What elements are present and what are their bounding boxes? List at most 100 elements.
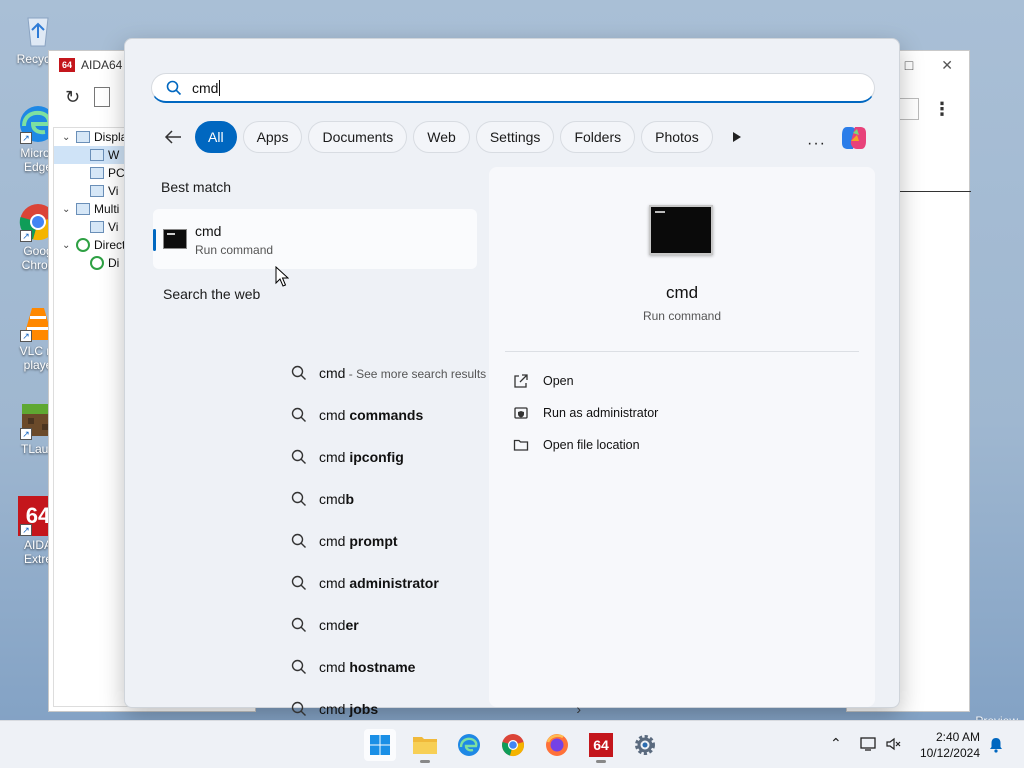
web-result-hint: - See more search results bbox=[345, 367, 487, 381]
gear-icon bbox=[635, 735, 655, 755]
folder-icon bbox=[413, 737, 437, 754]
preview-pane: cmd Run command Open Run as administrato… bbox=[489, 167, 875, 707]
taskbar: 64 ⌃ 2:40 AM 10/12/2024 bbox=[0, 720, 1024, 768]
tree-item-label: Multi bbox=[94, 202, 120, 216]
open-file-location-action[interactable]: Open file location bbox=[513, 435, 640, 455]
tab-web[interactable]: Web bbox=[413, 121, 470, 153]
show-hidden-icons-chevron-icon[interactable]: ⌃ bbox=[830, 735, 842, 752]
tree-item-label: W bbox=[108, 148, 120, 162]
arrow-left-icon bbox=[164, 130, 181, 144]
mouse-cursor-icon bbox=[275, 266, 289, 287]
best-match-heading: Best match bbox=[161, 179, 232, 195]
expand-chevron-icon[interactable]: ⌄ bbox=[62, 132, 74, 143]
directx-icon bbox=[76, 238, 90, 252]
web-result-suggestion: ipconfig bbox=[349, 449, 404, 465]
search-icon bbox=[291, 701, 306, 716]
shortcut-arrow-icon: ↗ bbox=[20, 524, 32, 536]
web-result-suggestion: jobs bbox=[349, 701, 379, 717]
aida64-logo-icon: 64 bbox=[59, 58, 75, 72]
edge-button[interactable] bbox=[453, 729, 485, 761]
web-result-prefix: cmd bbox=[319, 659, 350, 675]
shield-icon bbox=[514, 407, 528, 419]
expand-chevron-icon[interactable]: ⌄ bbox=[62, 240, 74, 251]
play-icon bbox=[732, 132, 741, 142]
web-result-suggestion: administrator bbox=[349, 575, 439, 591]
clock[interactable]: 2:40 AM 10/12/2024 bbox=[920, 729, 980, 761]
volume-muted-icon[interactable] bbox=[886, 737, 902, 751]
web-result-prefix: cmd bbox=[319, 365, 346, 381]
running-indicator bbox=[420, 760, 430, 763]
run-as-admin-label: Run as administrator bbox=[543, 406, 659, 420]
run-as-admin-action[interactable]: Run as administrator bbox=[513, 403, 658, 423]
tree-item-label: Di bbox=[108, 256, 120, 270]
tab-all[interactable]: All bbox=[195, 121, 237, 153]
firefox-button[interactable] bbox=[541, 729, 573, 761]
search-input[interactable]: cmd bbox=[192, 79, 221, 96]
close-icon[interactable]: ✕ bbox=[941, 57, 953, 74]
search-icon bbox=[291, 491, 306, 506]
edge-icon bbox=[458, 734, 480, 756]
web-result-suggestion: commands bbox=[349, 407, 424, 423]
web-result-prefix: cmd bbox=[319, 449, 350, 465]
web-result-suggestion: er bbox=[345, 617, 359, 633]
search-icon bbox=[291, 575, 306, 590]
network-icon[interactable] bbox=[860, 736, 878, 752]
recycle-bin-icon bbox=[18, 10, 58, 50]
open-action-label: Open bbox=[543, 374, 574, 388]
display-icon bbox=[90, 185, 104, 197]
search-panel: cmd All Apps Documents Web Settings Folders Ph… bbox=[124, 38, 900, 717]
open-action[interactable]: Open bbox=[513, 371, 574, 391]
search-icon bbox=[291, 533, 306, 548]
search-icon bbox=[291, 449, 306, 464]
best-match-subtitle: Run command bbox=[195, 243, 274, 257]
browser-content-divider bbox=[899, 191, 971, 192]
copilot-icon[interactable] bbox=[839, 123, 869, 153]
preview-subtitle: Run command bbox=[642, 309, 722, 323]
tab-apps[interactable]: Apps bbox=[242, 121, 303, 153]
best-match-item[interactable]: cmd Run command bbox=[153, 209, 477, 269]
kebab-menu-icon[interactable]: ⋮ bbox=[933, 99, 951, 120]
back-button[interactable] bbox=[155, 121, 191, 153]
search-box[interactable]: cmd bbox=[151, 73, 875, 103]
start-button[interactable] bbox=[364, 729, 396, 761]
web-result-prefix: cmd bbox=[319, 533, 350, 549]
shortcut-arrow-icon: ↗ bbox=[20, 230, 32, 242]
tree-item-label: Vi bbox=[108, 220, 119, 234]
open-file-location-label: Open file location bbox=[543, 438, 640, 452]
aida64-button[interactable]: 64 bbox=[585, 729, 617, 763]
report-icon[interactable] bbox=[94, 87, 111, 107]
tab-settings[interactable]: Settings bbox=[475, 121, 555, 153]
refresh-icon[interactable]: ↻ bbox=[65, 87, 80, 108]
maximize-icon[interactable]: □ bbox=[905, 57, 913, 73]
file-explorer-button[interactable] bbox=[409, 729, 441, 763]
clock-time: 2:40 AM bbox=[935, 730, 980, 744]
preview-divider bbox=[505, 351, 859, 352]
search-web-heading: Search the web bbox=[163, 286, 261, 302]
folder-icon bbox=[513, 439, 529, 451]
expand-chevron-icon[interactable]: ⌄ bbox=[62, 204, 74, 215]
chrome-button[interactable] bbox=[497, 729, 529, 761]
display-icon bbox=[90, 167, 104, 179]
search-icon bbox=[291, 365, 306, 380]
search-icon bbox=[291, 617, 306, 632]
aida64-title: AIDA64 bbox=[81, 58, 123, 72]
web-result-suggestion: b bbox=[345, 491, 355, 507]
shortcut-arrow-icon: ↗ bbox=[20, 330, 32, 342]
settings-button[interactable] bbox=[629, 729, 661, 761]
web-result-prefix: cmd bbox=[319, 575, 350, 591]
clock-date: 10/12/2024 bbox=[919, 746, 980, 760]
web-result-prefix: cmd bbox=[319, 491, 346, 507]
notification-bell-icon[interactable] bbox=[988, 737, 1004, 753]
display-icon bbox=[76, 131, 90, 143]
shortcut-arrow-icon: ↗ bbox=[20, 132, 32, 144]
tree-item-label: Vi bbox=[108, 184, 119, 198]
more-filters-button[interactable] bbox=[719, 121, 755, 153]
tab-photos[interactable]: Photos bbox=[641, 121, 713, 153]
search-icon bbox=[166, 80, 182, 95]
search-icon bbox=[291, 407, 306, 422]
display-icon bbox=[76, 203, 90, 215]
best-match-title: cmd bbox=[195, 223, 222, 239]
tab-documents[interactable]: Documents bbox=[308, 121, 408, 153]
more-options-button[interactable]: ··· bbox=[807, 135, 826, 153]
tab-folders[interactable]: Folders bbox=[560, 121, 636, 153]
